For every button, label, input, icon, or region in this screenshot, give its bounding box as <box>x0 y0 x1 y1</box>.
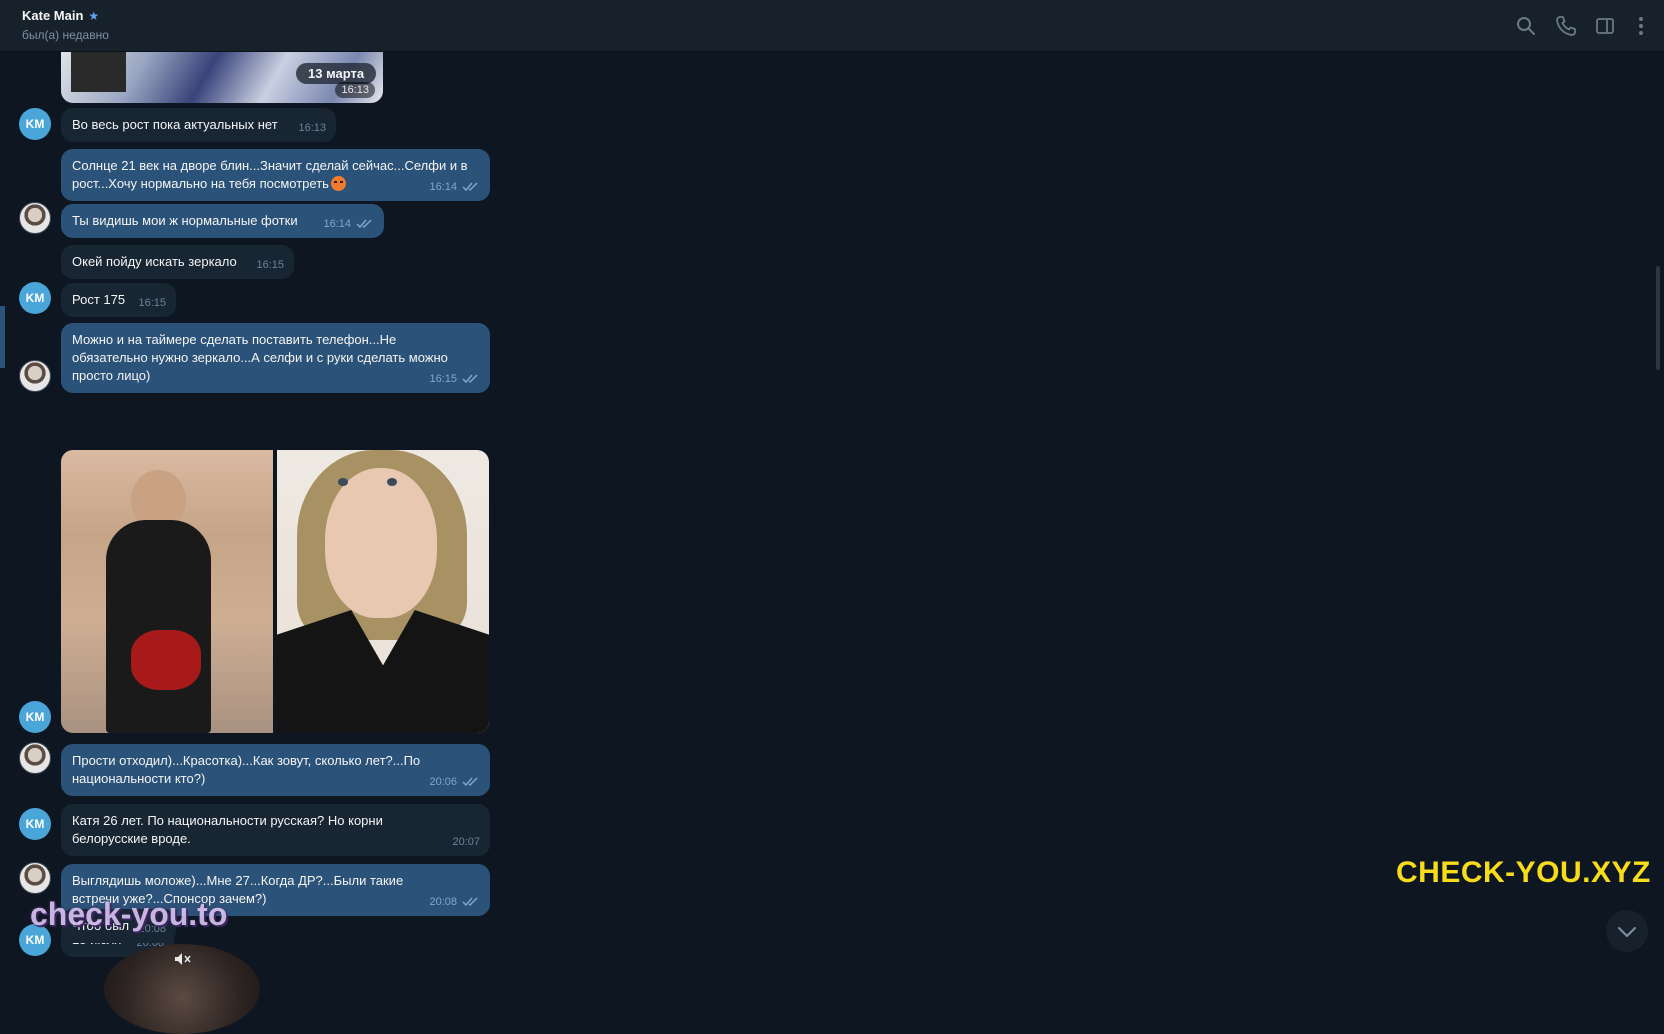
video-message[interactable] <box>104 944 260 1034</box>
message-text: Катя 26 лет. По национальности русская? … <box>72 813 383 846</box>
message-meta: 16:14 <box>323 215 374 233</box>
message-text: Прости отходил)...Красотка)...Как зовут,… <box>72 753 421 786</box>
message-time: 16:15 <box>138 297 166 309</box>
avatar[interactable]: KM <box>19 108 51 140</box>
avatar[interactable]: KM <box>19 808 51 840</box>
watermark-right: CHECK-YOU.XYZ <box>1396 856 1651 889</box>
message-text: Солнце 21 век на дворе блин...Значит сде… <box>72 158 468 191</box>
scroll-down-button[interactable] <box>1606 910 1648 952</box>
star-icon: ★ <box>88 9 100 23</box>
selection-accent <box>0 306 5 368</box>
message-text: Во весь рост пока актуальных нет <box>72 117 278 132</box>
contact-name-text: Kate Main <box>22 8 84 23</box>
photo-message[interactable]: 13 марта 16:13 <box>61 52 383 103</box>
message-meta: 20:08 <box>429 893 480 911</box>
chat-area[interactable]: 13 марта 16:13 KM Во весь рост пока акту… <box>0 52 1664 967</box>
message-bubble[interactable]: Катя 26 лет. По национальности русская? … <box>61 804 490 856</box>
message-meta: 16:15 <box>429 370 480 388</box>
photo-content <box>131 630 201 690</box>
message-time: 16:13 <box>335 82 375 98</box>
message-meta: 16:14 <box>429 178 480 196</box>
photo-content <box>325 468 437 618</box>
double-check-icon <box>462 182 478 192</box>
sidebar-toggle-icon[interactable] <box>1593 14 1617 38</box>
avatar[interactable]: KM <box>19 701 51 733</box>
message-bubble[interactable]: Рост 175 16:15 <box>61 283 176 317</box>
double-check-icon <box>356 219 372 229</box>
double-check-icon <box>462 897 478 907</box>
message-bubble[interactable]: Солнце 21 век на дворе блин...Значит сде… <box>61 149 490 201</box>
search-icon[interactable] <box>1514 14 1538 38</box>
message-bubble[interactable]: Ты видишь мои ж нормальные фотки 16:14 <box>61 204 384 238</box>
message-bubble[interactable]: Во весь рост пока актуальных нет 16:13 <box>61 108 336 142</box>
chat-header: Kate Main ★ был(а) недавно <box>0 0 1664 52</box>
avatar[interactable]: KM <box>19 282 51 314</box>
photo-album[interactable] <box>61 450 489 733</box>
message-bubble[interactable]: Окей пойду искать зеркало 16:15 <box>61 245 294 279</box>
angry-face-emoji-icon <box>330 176 346 191</box>
album-photo[interactable] <box>277 450 489 733</box>
message-bubble[interactable]: Можно и на таймере сделать поставить тел… <box>61 323 490 393</box>
double-check-icon <box>462 374 478 384</box>
message-meta: 20:06 <box>429 773 480 791</box>
photo-content <box>338 478 348 486</box>
message-text: Можно и на таймере сделать поставить тел… <box>72 332 448 383</box>
message-time: 20:07 <box>452 836 480 848</box>
photo-content <box>106 520 211 733</box>
chat-scrollbar[interactable] <box>1656 266 1660 370</box>
mute-icon <box>175 953 191 965</box>
message-text: Окей пойду искать зеркало <box>72 254 237 269</box>
photo-shadow <box>71 52 126 92</box>
avatar[interactable] <box>19 202 51 234</box>
album-photo[interactable] <box>61 450 273 733</box>
avatar[interactable] <box>19 360 51 392</box>
avatar[interactable] <box>19 742 51 774</box>
more-vertical-icon[interactable] <box>1629 14 1653 38</box>
date-separator: 13 марта <box>296 63 377 84</box>
contact-name[interactable]: Kate Main ★ <box>22 8 99 23</box>
watermark-left: check-you.to <box>30 896 228 932</box>
message-time: 16:15 <box>256 259 284 271</box>
contact-status: был(а) недавно <box>22 28 109 42</box>
double-check-icon <box>462 777 478 787</box>
message-bubble[interactable]: Прости отходил)...Красотка)...Как зовут,… <box>61 744 490 796</box>
photo-content <box>387 478 397 486</box>
chevron-down-icon <box>1618 927 1636 937</box>
avatar[interactable] <box>19 862 51 894</box>
phone-icon[interactable] <box>1554 14 1578 38</box>
message-time: 16:13 <box>298 122 326 134</box>
